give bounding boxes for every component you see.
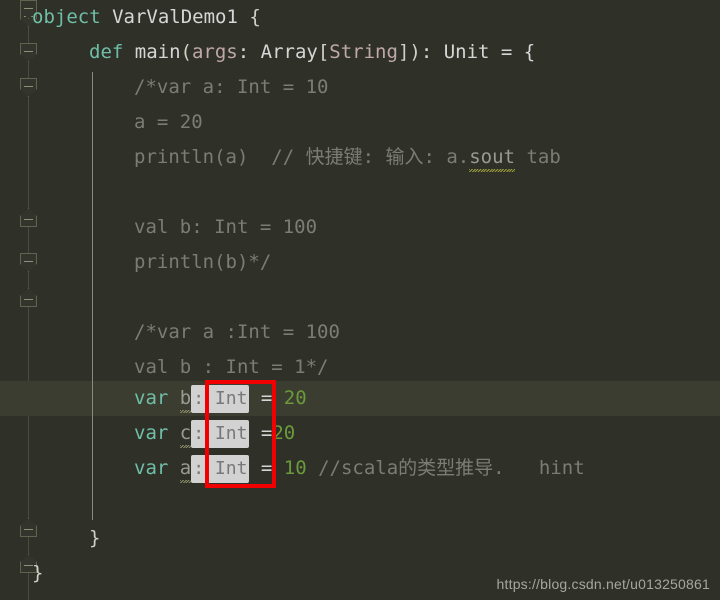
code-line-13-close-brace[interactable]: } <box>89 521 100 556</box>
current-line-highlight <box>0 381 720 416</box>
comment-sout-typo: sout <box>469 146 515 168</box>
code-line-11[interactable]: var c: Int =20 <box>134 416 295 451</box>
code-line-7-comment[interactable]: println(b)*/ <box>134 245 271 280</box>
assign-operator: = <box>249 457 284 479</box>
variable-name-a: a <box>179 457 192 479</box>
code-line-8-comment[interactable]: /*var a :Int = 100 <box>134 315 340 350</box>
keyword-var: var <box>134 457 169 479</box>
code-line-6-comment[interactable]: val b: Int = 100 <box>134 210 317 245</box>
code-line-2[interactable]: def main(args: Array[String]): Unit = { <box>89 35 535 70</box>
code-line-12[interactable]: var a: Int = 10 //scala的类型推导. hint <box>134 451 585 486</box>
close-paren: ) <box>409 41 421 63</box>
keyword-var: var <box>134 422 169 444</box>
code-line-1[interactable]: object VarValDemo1 { <box>32 0 261 35</box>
return-type-and-brace: : Unit = { <box>420 41 536 63</box>
number-literal: 10 <box>283 457 307 479</box>
code-editor-screenshot: object VarValDemo1 { def main(args: Arra… <box>0 0 720 600</box>
type-string: String <box>329 41 398 63</box>
method-name: main <box>123 41 181 63</box>
trailing-comment: //scala的类型推导. hint <box>306 457 585 479</box>
keyword-def: def <box>89 41 124 63</box>
indent-guide <box>92 72 93 520</box>
code-line-10[interactable]: var b: Int = 20 <box>134 381 307 416</box>
open-brace: { <box>249 6 261 28</box>
inlay-type-hint-c[interactable]: : Int <box>191 419 250 448</box>
inlay-type-hint-b[interactable]: : Int <box>191 384 250 413</box>
open-bracket: [ <box>317 41 330 63</box>
code-line-14-close-brace[interactable]: } <box>32 556 43 591</box>
inlay-type-hint-a[interactable]: : Int <box>191 454 250 483</box>
comment-println: println(a) <box>134 146 272 168</box>
editor-text-area[interactable]: object VarValDemo1 { def main(args: Arra… <box>0 0 720 600</box>
code-line-4-comment[interactable]: a = 20 <box>134 105 203 140</box>
type-array: Array <box>260 41 318 63</box>
comment-text: // 快捷键: 输入: a. <box>271 146 470 168</box>
open-paren: ( <box>180 41 192 63</box>
variable-name-c: c <box>179 422 192 444</box>
close-bracket: ] <box>397 41 410 63</box>
param-name: args <box>191 41 238 63</box>
variable-name-b: b <box>179 387 192 409</box>
number-literal: 20 <box>272 422 296 444</box>
watermark-url: https://blog.csdn.net/u013250861 <box>496 576 710 592</box>
keyword-object: object <box>32 6 101 28</box>
number-literal: 20 <box>283 387 307 409</box>
comment-tab: tab <box>515 146 561 168</box>
code-line-5-comment[interactable]: println(a) // 快捷键: 输入: a.sout tab <box>134 140 561 175</box>
assign-operator: = <box>249 422 273 444</box>
code-line-9-comment[interactable]: val b : Int = 1*/ <box>134 350 328 385</box>
param-colon: : <box>237 41 261 63</box>
code-line-3-comment[interactable]: /*var a: Int = 10 <box>134 70 328 105</box>
assign-operator: = <box>249 387 284 409</box>
keyword-var: var <box>134 387 169 409</box>
type-name: VarValDemo1 <box>100 6 250 28</box>
